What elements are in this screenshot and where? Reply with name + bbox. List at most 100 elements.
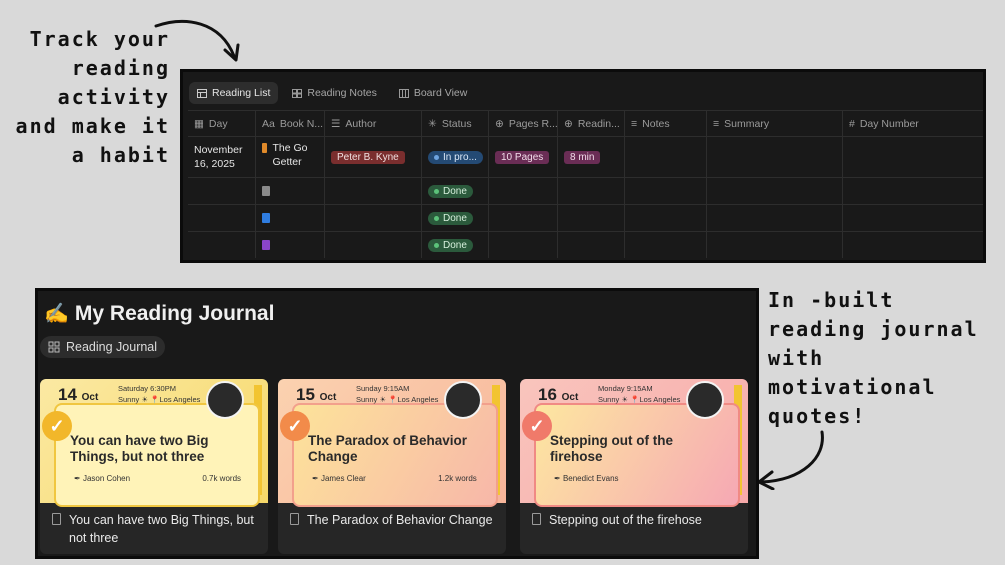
formula-icon: ⊕ (495, 117, 504, 130)
column-label: Status (441, 117, 472, 130)
column-day[interactable]: ▦ Day (188, 111, 256, 136)
cell-notes[interactable] (625, 205, 707, 231)
tab-label: Board View (413, 87, 468, 99)
cell-day[interactable]: November 16, 2025 (188, 137, 256, 177)
author-tag: Peter B. Kyne (331, 150, 405, 164)
cell-status[interactable]: Done (422, 178, 489, 204)
cell-minutes[interactable] (558, 178, 625, 204)
column-label: Readin... (577, 117, 620, 130)
cell-summary[interactable] (707, 137, 843, 177)
writing-hand-icon: ✍ (44, 303, 69, 325)
caption-built-in-journal: In -built reading journal with motivatio… (768, 288, 979, 428)
journal-card[interactable]: 15 Oct Sunday 9:15AM Sunny ☀ 📍Los Angeles… (278, 379, 506, 554)
status-dot-icon (434, 242, 439, 248)
cell-minutes[interactable] (558, 205, 625, 231)
quote-author: ✒ Benedict Evans (554, 474, 619, 483)
gallery-icon (292, 88, 303, 98)
cell-author[interactable] (325, 205, 422, 231)
calendar-icon: ▦ (194, 117, 204, 130)
view-tabs: Reading List Reading Notes Board View (189, 82, 475, 104)
cell-status[interactable]: Done (422, 205, 489, 231)
table-row[interactable]: Done (188, 205, 983, 232)
card-meta: Sunday 9:15AM Sunny ☀ 📍Los Angeles (356, 384, 439, 404)
card-meta: Saturday 6:30PM Sunny ☀ 📍Los Angeles (118, 384, 201, 404)
page-icon (532, 513, 541, 525)
cell-author[interactable] (325, 232, 422, 258)
status-label: In pro... (443, 151, 477, 163)
cell-minutes[interactable]: 8 min (558, 137, 625, 177)
tab-label: Reading List (212, 87, 271, 99)
cell-status[interactable]: In pro... (422, 137, 489, 177)
cell-book[interactable]: The Go Getter (256, 137, 325, 177)
cell-author[interactable]: Peter B. Kyne (325, 137, 422, 177)
column-pages-read[interactable]: ⊕ Pages R... (489, 111, 558, 136)
tab-board-view[interactable]: Board View (391, 82, 476, 104)
column-label: Author (345, 117, 377, 130)
page-title: ✍ My Reading Journal (44, 301, 274, 326)
cell-book[interactable] (256, 205, 325, 231)
tab-reading-journal[interactable]: Reading Journal (40, 336, 166, 358)
cell-day[interactable] (188, 205, 256, 231)
cell-book[interactable] (256, 178, 325, 204)
status-label: Done (443, 212, 467, 224)
cell-summary[interactable] (707, 205, 843, 231)
cell-minutes[interactable] (558, 232, 625, 258)
cell-pages[interactable] (489, 205, 558, 231)
tab-reading-notes[interactable]: Reading Notes (284, 82, 384, 104)
avatar (686, 381, 724, 419)
journal-card[interactable]: 16 Oct Monday 9:15AM Sunny ☀ 📍Los Angeles… (520, 379, 748, 554)
cell-status[interactable]: Done (422, 232, 489, 258)
text-icon: ≡ (631, 117, 638, 130)
card-cover: 15 Oct Sunday 9:15AM Sunny ☀ 📍Los Angeles… (278, 379, 506, 507)
cell-notes[interactable] (625, 137, 707, 177)
column-reading-time[interactable]: ⊕ Readin... (558, 111, 625, 136)
cell-summary[interactable] (707, 178, 843, 204)
list-icon: ☰ (331, 117, 341, 130)
book-icon (262, 143, 268, 153)
check-icon: ✓ (522, 411, 552, 441)
journal-card[interactable]: 14 Oct Saturday 6:30PM Sunny ☀ 📍Los Angel… (40, 379, 268, 554)
avatar (444, 381, 482, 419)
card-title[interactable]: You can have two Big Things, but not thr… (52, 511, 260, 547)
cell-notes[interactable] (625, 232, 707, 258)
cell-author[interactable] (325, 178, 422, 204)
column-label: Pages R... (508, 117, 558, 130)
table-row[interactable]: Done (188, 232, 983, 258)
table-row[interactable]: Done (188, 178, 983, 205)
cell-pages[interactable] (489, 178, 558, 204)
cell-notes[interactable] (625, 178, 707, 204)
column-book-name[interactable]: Aa Book N... (256, 111, 325, 136)
column-summary[interactable]: ≡ Summary (707, 111, 843, 136)
check-icon: ✓ (42, 411, 72, 441)
page-icon (52, 513, 61, 525)
status-dot-icon (434, 188, 439, 194)
column-status[interactable]: ✳ Status (422, 111, 489, 136)
status-label: Done (443, 239, 467, 251)
column-notes[interactable]: ≡ Notes (625, 111, 707, 136)
card-date: 15 Oct (296, 385, 337, 404)
card-title-text: Stepping out of the firehose (549, 513, 702, 527)
quote-text: Stepping out of the firehose (550, 433, 673, 464)
table-row[interactable]: November 16, 2025 The Go Getter Peter B.… (188, 137, 983, 178)
card-title[interactable]: Stepping out of the firehose (532, 511, 740, 529)
card-title[interactable]: The Paradox of Behavior Change (290, 511, 498, 529)
cell-day[interactable] (188, 232, 256, 258)
text-type-icon: Aa (262, 117, 275, 130)
column-author[interactable]: ☰ Author (325, 111, 422, 136)
tab-reading-list[interactable]: Reading List (189, 82, 279, 104)
board-icon (398, 88, 409, 98)
cell-pages[interactable]: 10 Pages (489, 137, 558, 177)
cell-day[interactable] (188, 178, 256, 204)
cell-pages[interactable] (489, 232, 558, 258)
cell-day-number[interactable] (843, 205, 983, 231)
gallery-icon (48, 341, 60, 353)
cell-day-number[interactable] (843, 178, 983, 204)
card-date: 16 Oct (538, 385, 579, 404)
cell-summary[interactable] (707, 232, 843, 258)
card-cover: 16 Oct Monday 9:15AM Sunny ☀ 📍Los Angeles… (520, 379, 748, 507)
column-day-number[interactable]: # Day Number (843, 111, 983, 136)
cell-book[interactable] (256, 232, 325, 258)
quote-text: The Paradox of Behavior Change (308, 433, 468, 464)
cell-day-number[interactable] (843, 232, 983, 258)
cell-day-number[interactable] (843, 137, 983, 177)
